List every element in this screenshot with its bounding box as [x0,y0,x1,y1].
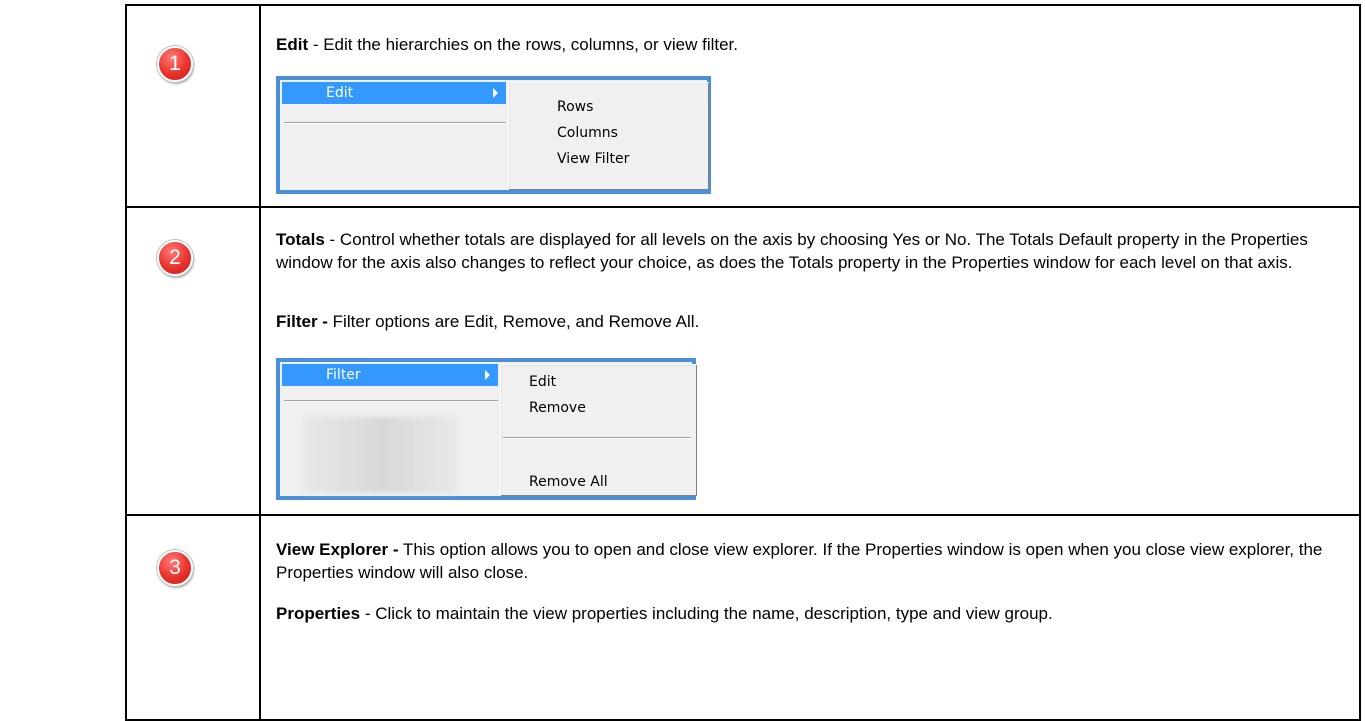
table-row-3: 3 View Explorer - This option allows you… [127,516,1359,719]
submenu-item-remove-all[interactable]: Remove All [501,471,697,493]
submenu-item-remove[interactable]: Remove [501,397,697,419]
submenu-separator [503,437,691,439]
menu-item-filter[interactable]: Filter [282,364,498,386]
number-cell: 3 [127,516,261,719]
submenu-item-view-filter[interactable]: View Filter [509,148,709,170]
filter-context-menu: Filter Edit Remove Remove All [276,358,697,500]
description-cell: View Explorer - This option allows you t… [261,516,1359,719]
menu-item-edit[interactable]: Edit [282,82,506,104]
table-row-2: 2 Totals - Control whether totals are di… [127,208,1359,516]
submenu-arrow-icon [485,370,490,380]
table-row-1: 1 Edit - Edit the hierarchies on the row… [127,6,1359,208]
number-cell: 2 [127,208,261,514]
edit-description: Edit - Edit the hierarchies on the rows,… [276,35,739,54]
number-badge-1: 1 [157,46,193,82]
menu-separator [284,400,498,402]
number-cell: 1 [127,6,261,206]
menu-separator [284,122,506,124]
description-cell: Edit - Edit the hierarchies on the rows,… [261,6,1359,206]
edit-submenu: Rows Columns View Filter [508,82,709,190]
description-cell: Totals - Control whether totals are disp… [261,208,1359,514]
help-table: 1 Edit - Edit the hierarchies on the row… [125,4,1361,721]
number-badge-2: 2 [157,240,193,276]
submenu-item-edit[interactable]: Edit [501,371,697,393]
totals-description: Totals - Control whether totals are disp… [276,230,1308,272]
filter-submenu: Edit Remove Remove All [500,364,697,496]
submenu-item-rows[interactable]: Rows [509,96,709,118]
submenu-item-columns[interactable]: Columns [509,122,709,144]
edit-context-menu: Edit Rows Columns View Filter [276,76,711,194]
number-badge-3: 3 [157,550,193,586]
filter-description: Filter - Filter options are Edit, Remove… [276,312,700,331]
submenu-arrow-icon [493,88,498,98]
blurred-menu-area [304,417,458,493]
properties-description: Properties - Click to maintain the view … [276,604,1053,623]
view-explorer-description: View Explorer - This option allows you t… [276,540,1323,582]
